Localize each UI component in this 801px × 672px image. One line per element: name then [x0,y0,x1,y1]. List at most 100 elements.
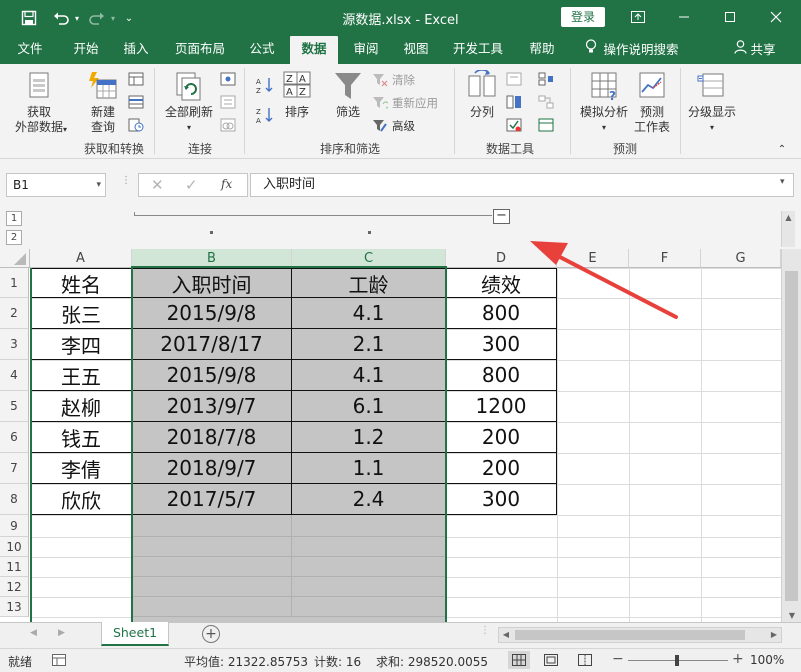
row-header-10[interactable]: 10 [0,537,29,557]
row-header-11[interactable]: 11 [0,557,29,577]
page-layout-view-icon[interactable] [544,654,558,669]
maximize-icon[interactable] [718,6,742,28]
table-cell[interactable]: 2013/9/7 [132,391,292,422]
row-header-13[interactable]: 13 [0,597,29,617]
vertical-scrollbar[interactable]: ▼ [781,249,801,622]
tab-formulas[interactable]: 公式 [242,36,282,64]
sheet-tab-sheet1[interactable]: Sheet1 [101,622,169,646]
tell-me-search[interactable]: 操作说明搜索 [578,36,686,64]
table-cell[interactable]: 1200 [446,391,557,422]
table-cell[interactable]: 张三 [30,298,132,329]
table-cell[interactable]: 2017/8/17 [132,329,292,360]
table-cell[interactable]: 2.4 [292,484,446,515]
name-box[interactable]: B1 ▾ [6,173,106,197]
zoom-out-icon[interactable]: − [612,651,624,667]
header-cell[interactable]: 姓名 [30,268,132,298]
header-cell[interactable]: 入职时间 [132,268,292,298]
outline-dropdown-icon[interactable]: ▾ [684,120,740,135]
column-header-G[interactable]: G [701,249,781,268]
edit-links-icon[interactable] [220,118,236,132]
scroll-right-icon[interactable]: ▶ [767,628,781,642]
sort-button[interactable]: ZAAZ 排序 [278,70,316,120]
table-cell[interactable]: 200 [446,422,557,453]
empty-cell[interactable] [292,537,446,557]
column-header-C[interactable]: C [292,249,446,268]
macro-record-icon[interactable] [52,654,66,669]
table-cell[interactable]: 4.1 [292,298,446,329]
zoom-slider[interactable] [628,655,728,666]
undo-dropdown-icon[interactable]: ▾ [72,8,82,28]
vertical-scroll-thumb[interactable] [785,271,798,601]
table-cell[interactable]: 王五 [30,360,132,391]
tab-help[interactable]: 帮助 [522,36,562,64]
empty-cell[interactable] [292,557,446,577]
horizontal-scroll-thumb[interactable] [515,630,745,640]
cancel-icon[interactable]: ✕ [151,176,164,194]
header-cell[interactable]: 工龄 [292,268,446,298]
row-header-12[interactable]: 12 [0,577,29,597]
share-button[interactable]: 共享 [730,36,780,64]
get-external-dropdown-icon[interactable]: ▾ [60,122,70,137]
vertical-scrollbar-top[interactable]: ▲ [781,211,795,247]
row-header-7[interactable]: 7 [0,453,29,484]
table-cell[interactable]: 6.1 [292,391,446,422]
forecast-sheet-button[interactable]: 预测 工作表 [630,70,674,135]
name-box-dropdown-icon[interactable]: ▾ [96,174,101,196]
horizontal-scrollbar[interactable]: ◀ ▶ [498,627,782,643]
outline-button[interactable]: 分级显示 ▾ [684,70,740,135]
remove-duplicates-icon[interactable] [506,95,522,109]
empty-cell[interactable] [132,537,292,557]
clear-filter-button[interactable]: 清除 [372,72,415,88]
empty-cell[interactable] [132,597,292,617]
tab-file[interactable]: 文件 [10,36,50,64]
scroll-down-icon[interactable]: ▼ [782,611,801,620]
flash-fill-icon[interactable] [506,72,522,86]
what-if-dropdown-icon[interactable]: ▾ [574,120,634,135]
scroll-up-icon[interactable]: ▲ [782,213,795,222]
table-cell[interactable]: 欣欣 [30,484,132,515]
scroll-left-icon[interactable]: ◀ [499,628,513,642]
prev-sheet-icon[interactable]: ◀ [30,628,37,638]
row-header-4[interactable]: 4 [0,360,29,391]
refresh-all-button[interactable]: 全部刷新 ▾ [160,70,218,135]
save-icon[interactable] [18,8,40,28]
empty-cell[interactable] [292,597,446,617]
new-query-button[interactable]: 新建 查询 [80,70,126,135]
table-cell[interactable]: 4.1 [292,360,446,391]
formula-bar-grip-icon[interactable]: ⋮ [121,176,131,191]
text-to-columns-button[interactable]: 分列 [462,69,502,120]
consolidate-icon[interactable] [538,72,554,86]
table-cell[interactable]: 2015/9/8 [132,298,292,329]
reapply-button[interactable]: 重新应用 [372,95,438,111]
tab-developer[interactable]: 开发工具 [446,36,510,64]
close-icon[interactable] [764,6,788,28]
empty-cell[interactable] [292,577,446,597]
properties-icon[interactable] [220,95,236,109]
advanced-filter-button[interactable]: 高级 [372,118,415,134]
recent-sources-icon[interactable] [128,118,144,132]
table-cell[interactable]: 2.1 [292,329,446,360]
sort-descending-icon[interactable]: ZA [256,106,274,124]
tab-review[interactable]: 审阅 [346,36,386,64]
empty-cell[interactable] [132,515,292,537]
table-cell[interactable]: 1.2 [292,422,446,453]
manage-data-model-icon[interactable] [538,118,554,132]
table-cell[interactable]: 800 [446,360,557,391]
customize-toolbar-icon[interactable]: ⌄ [122,8,136,28]
row-header-1[interactable]: 1 [0,268,29,298]
next-sheet-icon[interactable]: ▶ [58,628,65,638]
column-header-B[interactable]: B [132,249,292,268]
table-cell[interactable]: 李四 [30,329,132,360]
from-table-icon[interactable] [128,95,144,109]
page-break-view-icon[interactable] [578,654,592,669]
table-cell[interactable]: 赵柳 [30,391,132,422]
table-cell[interactable]: 300 [446,484,557,515]
undo-icon[interactable] [50,8,72,28]
show-queries-icon[interactable] [128,72,144,86]
outline-level-2-button[interactable]: 2 [6,230,22,245]
table-cell[interactable]: 2018/7/8 [132,422,292,453]
collapse-ribbon-icon[interactable]: ⌃ [774,142,790,157]
row-header-3[interactable]: 3 [0,329,29,360]
collapse-group-button[interactable]: − [493,209,510,224]
zoom-level[interactable]: 100% [750,653,784,667]
